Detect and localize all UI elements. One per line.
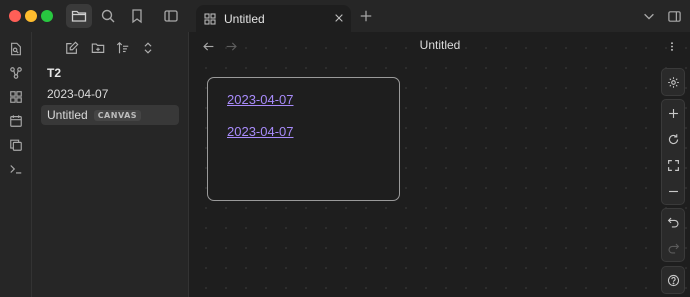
plus-icon	[360, 10, 372, 22]
file-switcher-icon	[11, 42, 21, 56]
card-link[interactable]: 2023-04-07	[227, 92, 294, 107]
graph-icon	[10, 67, 22, 79]
more-options-button[interactable]	[664, 37, 680, 55]
daily-note-button[interactable]	[6, 111, 26, 131]
file-label: 2023-04-07	[47, 87, 109, 101]
back-button[interactable]	[200, 38, 216, 54]
file-explorer: T2 2023-04-07 Untitled CANVAS	[32, 32, 189, 297]
bookmarks-button[interactable]	[124, 4, 150, 28]
help-icon	[667, 274, 679, 286]
history-controls	[661, 208, 685, 262]
zoom-in-button[interactable]	[662, 100, 684, 126]
collapse-all-button[interactable]	[139, 39, 157, 57]
canvas-settings-button[interactable]	[662, 69, 684, 95]
chevron-down-icon	[644, 13, 654, 20]
new-tab-button[interactable]	[358, 8, 374, 24]
zoom-to-fit-button[interactable]	[662, 152, 684, 178]
command-palette-button[interactable]	[6, 159, 26, 179]
arrow-right-icon	[226, 41, 237, 51]
reset-icon	[668, 133, 678, 144]
expand-collapse-icon	[144, 42, 152, 54]
help-group	[661, 266, 685, 294]
close-icon[interactable]	[333, 12, 345, 24]
settings-icon	[667, 76, 679, 88]
canvas-settings-group	[661, 68, 685, 96]
close-window-button[interactable]	[9, 10, 21, 22]
canvas-icon	[204, 12, 216, 25]
file-explorer-button[interactable]	[66, 4, 92, 28]
graph-view-button[interactable]	[6, 63, 26, 83]
arrow-left-icon	[202, 41, 213, 51]
tree-file-untitled[interactable]: Untitled CANVAS	[41, 105, 179, 125]
terminal-icon	[10, 165, 22, 174]
maximize-window-button[interactable]	[41, 10, 53, 22]
zoom-out-icon	[668, 190, 678, 192]
new-folder-button[interactable]	[89, 39, 107, 57]
sidebar-toggle-icon	[164, 10, 178, 22]
new-note-icon	[66, 41, 79, 54]
canvas-view[interactable]: Untitled 2023-04-07 2023-04-07	[190, 32, 690, 297]
new-note-button[interactable]	[63, 39, 81, 57]
view-title: Untitled	[419, 38, 461, 52]
more-icon	[671, 41, 673, 51]
undo-button[interactable]	[662, 209, 684, 235]
search-icon	[101, 9, 115, 23]
quick-switcher-button[interactable]	[6, 39, 26, 59]
calendar-icon	[10, 115, 22, 127]
redo-icon	[668, 243, 679, 254]
tree-folder-t2[interactable]: T2	[41, 63, 179, 83]
zoom-controls	[661, 99, 685, 205]
sort-button[interactable]	[114, 39, 132, 57]
title-bar: Untitled	[0, 0, 690, 32]
toggle-sidebar-button[interactable]	[158, 4, 184, 28]
canvas-card[interactable]: 2023-04-07 2023-04-07	[207, 77, 400, 201]
toggle-right-sidebar-button[interactable]	[666, 8, 682, 24]
reset-zoom-button[interactable]	[662, 126, 684, 152]
app-window: Untitled T2 2023-04-07 Untitled CANVAS U…	[0, 0, 690, 297]
minimize-window-button[interactable]	[25, 10, 37, 22]
redo-button[interactable]	[662, 235, 684, 261]
copy-icon	[10, 139, 22, 151]
canvas-button[interactable]	[6, 87, 26, 107]
forward-button[interactable]	[223, 38, 239, 54]
zoom-in-icon	[668, 108, 678, 118]
tab-label: Untitled	[224, 11, 265, 26]
canvas-icon	[10, 91, 22, 103]
templates-button[interactable]	[6, 135, 26, 155]
ribbon	[0, 32, 32, 297]
file-label: Untitled	[47, 108, 88, 122]
folder-icon	[71, 10, 87, 22]
undo-icon	[667, 217, 678, 228]
tab-untitled[interactable]: Untitled	[196, 5, 351, 32]
folder-label: T2	[47, 66, 62, 80]
help-button[interactable]	[662, 267, 684, 293]
layout-icon	[667, 10, 681, 22]
fit-icon	[667, 159, 679, 171]
bookmark-icon	[132, 9, 142, 24]
sort-icon	[116, 41, 129, 54]
card-link[interactable]: 2023-04-07	[227, 124, 294, 139]
canvas-badge: CANVAS	[93, 109, 142, 121]
new-folder-icon	[91, 43, 105, 53]
tab-list-button[interactable]	[641, 8, 657, 24]
tree-file-2023-04-07[interactable]: 2023-04-07	[41, 84, 179, 104]
zoom-out-button[interactable]	[662, 178, 684, 204]
search-button[interactable]	[95, 4, 121, 28]
